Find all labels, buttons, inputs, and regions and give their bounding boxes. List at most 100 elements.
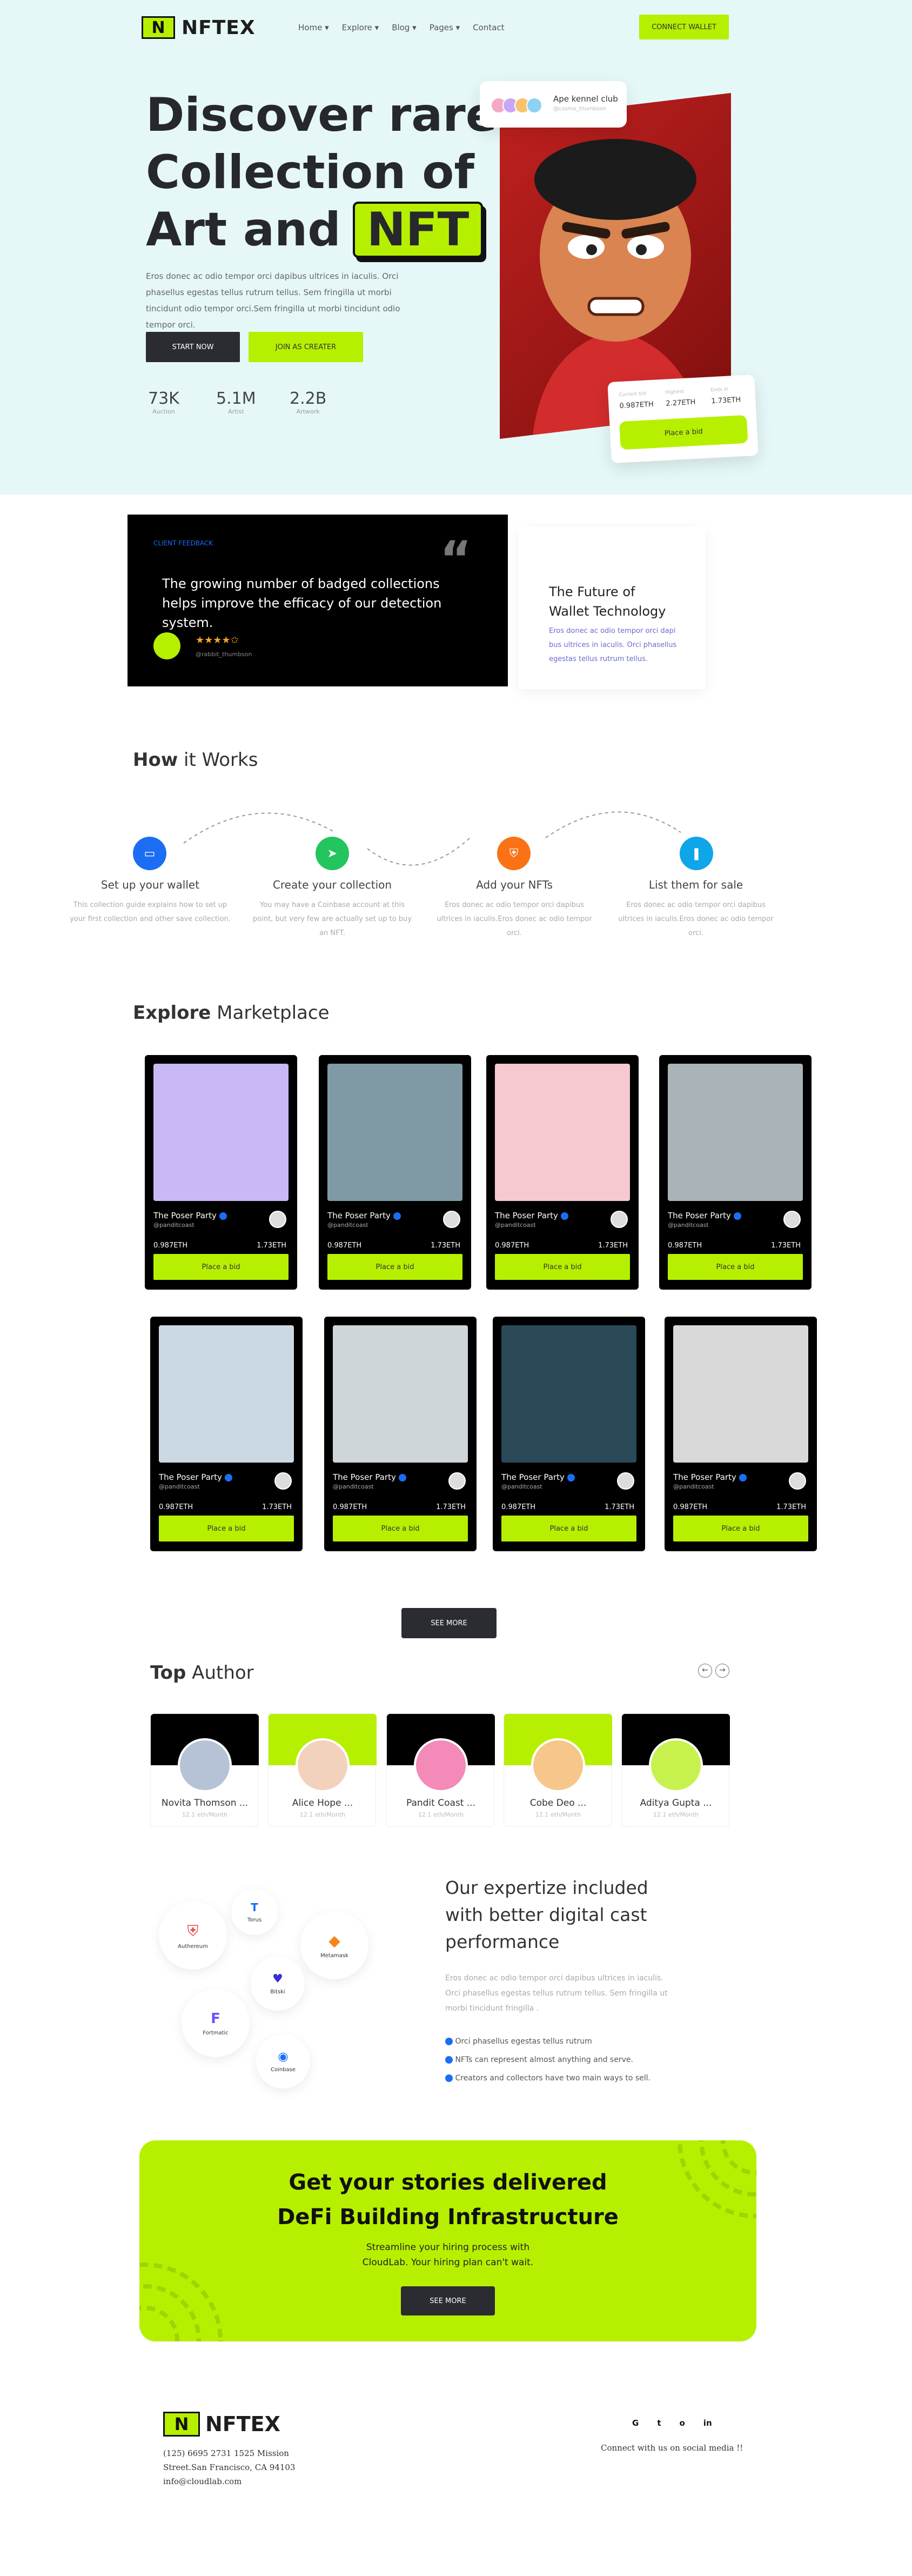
nft-card[interactable]: The Poser Party @panditcoast 0.987ETH 1.73… xyxy=(319,1055,471,1290)
author-card-5[interactable]: Aditya Gupta ... 12.1 eth/Month xyxy=(621,1713,730,1827)
nft-price: 0.987ETH xyxy=(327,1242,362,1250)
coinbase-icon: ◉ xyxy=(278,2050,289,2064)
creator-avatar[interactable] xyxy=(789,1472,806,1490)
nft-price: 0.987ETH xyxy=(673,1503,708,1511)
creator-avatar[interactable] xyxy=(269,1211,286,1228)
twitter-icon[interactable]: t xyxy=(657,2418,661,2428)
nft-image-punk-figure[interactable] xyxy=(673,1325,808,1463)
nav-contact[interactable]: Contact xyxy=(473,23,504,32)
connect-wallet-button[interactable]: CONNECT WALLET xyxy=(639,15,729,39)
creator-avatar[interactable] xyxy=(448,1472,466,1490)
author-card-2[interactable]: Alice Hope ... 12.1 eth/Month xyxy=(268,1713,377,1827)
nft-price: 0.987ETH xyxy=(159,1503,193,1511)
nft-price: 0.987ETH xyxy=(333,1503,367,1511)
arrow-right-icon[interactable]: → xyxy=(715,1664,729,1678)
authereum-bubble: ⛨ Authereum xyxy=(159,1901,227,1970)
nft-image-white-tower[interactable] xyxy=(159,1325,294,1463)
nft-card[interactable]: The Poser Party @panditcoast 0.987ETH 1.73… xyxy=(150,1317,303,1551)
nft-card[interactable]: The Poser Party @panditcoast 0.987ETH 1.73… xyxy=(486,1055,639,1290)
nft-price: 0.987ETH xyxy=(153,1242,188,1250)
cta-see-more-button[interactable]: SEE MORE xyxy=(401,2286,495,2315)
hero-place-bid-button[interactable]: Place a bid xyxy=(619,415,748,450)
nft-card[interactable]: The Poser Party @panditcoast 0.987ETH 1.73… xyxy=(659,1055,812,1290)
nft-highest-bid: 1.73ETH xyxy=(436,1503,466,1511)
nft-name: The Poser Party xyxy=(501,1472,575,1482)
start-now-button[interactable]: START NOW xyxy=(146,332,240,362)
author-card-1[interactable]: Novita Thomson ... 12.1 eth/Month xyxy=(150,1713,259,1827)
nft-card[interactable]: The Poser Party @panditcoast 0.987ETH 1.73… xyxy=(145,1055,297,1290)
creator-avatar[interactable] xyxy=(274,1472,292,1490)
nft-card[interactable]: The Poser Party @panditcoast 0.987ETH 1.73… xyxy=(665,1317,817,1551)
join-creator-button[interactable]: JOIN AS CREATER xyxy=(249,332,363,362)
nav-blog[interactable]: Blog ▾ xyxy=(392,23,416,32)
nav-pages[interactable]: Pages ▾ xyxy=(430,23,460,32)
linkedin-icon[interactable]: in xyxy=(703,2418,712,2428)
nft-image-purple-blob[interactable] xyxy=(153,1064,289,1201)
future-card: The Future of Wallet Technology Eros don… xyxy=(519,527,706,689)
stat-artist: 5.1M Artist xyxy=(216,389,256,415)
nft-image-robot-head[interactable] xyxy=(333,1325,468,1463)
hero-section: N NFTEX Home ▾ Explore ▾ Blog ▾ Pages ▾ … xyxy=(0,0,912,495)
bookmark-icon: ❚ xyxy=(680,837,713,870)
arrow-left-icon[interactable]: ← xyxy=(698,1664,712,1678)
hero-title-line-2: Collection of xyxy=(146,145,474,199)
rating-stars: ★★★★✩ xyxy=(196,635,239,646)
place-bid-button[interactable]: Place a bid xyxy=(495,1254,630,1280)
step-desc-3: Eros donec ac odio tempor orci dapibus u… xyxy=(437,901,592,937)
nav-explore[interactable]: Explore ▾ xyxy=(342,23,379,32)
place-bid-button[interactable]: Place a bid xyxy=(327,1254,462,1280)
creator-avatar[interactable] xyxy=(443,1211,460,1228)
place-bid-button[interactable]: Place a bid xyxy=(501,1516,636,1541)
check-icon xyxy=(445,2074,453,2082)
collector-avatars xyxy=(491,97,542,114)
instagram-icon[interactable]: o xyxy=(679,2418,685,2428)
google-icon[interactable]: G xyxy=(632,2418,639,2428)
nft-highest-bid: 1.73ETH xyxy=(257,1242,286,1250)
expertise-item-1: Orci phasellus egestas tellus rutrum xyxy=(445,2032,651,2051)
footer-email: info@cloudlab.com xyxy=(163,2477,242,2486)
nft-highest-bid: 1.73ETH xyxy=(771,1242,801,1250)
place-bid-button[interactable]: Place a bid xyxy=(159,1516,294,1541)
steps-connector xyxy=(183,811,681,866)
nft-name: The Poser Party xyxy=(333,1472,406,1482)
nft-price: 0.987ETH xyxy=(668,1242,702,1250)
logo-text: NFTEX xyxy=(182,16,256,39)
feedback-avatar xyxy=(153,632,180,659)
stat-artwork: 2.2B Artwork xyxy=(290,389,327,415)
footer-logo[interactable]: N NFTEX xyxy=(163,2412,280,2437)
place-bid-button[interactable]: Place a bid xyxy=(673,1516,808,1541)
expertise-text: Eros donec ac odio tempor orci dapibus u… xyxy=(445,1974,668,2013)
nft-image-robot[interactable] xyxy=(668,1064,803,1201)
nft-creator: @panditcoast xyxy=(159,1483,200,1490)
step-title-2: Create your collection xyxy=(272,878,392,891)
authors-title: Top Author xyxy=(150,1662,254,1684)
place-bid-button[interactable]: Place a bid xyxy=(668,1254,803,1280)
creator-avatar[interactable] xyxy=(783,1211,801,1228)
nft-card[interactable]: The Poser Party @panditcoast 0.987ETH 1.73… xyxy=(324,1317,477,1551)
how-title: How it Works xyxy=(133,749,258,771)
creator-avatar[interactable] xyxy=(611,1211,628,1228)
verified-icon xyxy=(219,1212,227,1220)
footer-contact: (125) 6695 2731 1525 Mission Street.San … xyxy=(163,2446,296,2488)
place-bid-button[interactable]: Place a bid xyxy=(333,1516,468,1541)
hero-description: Eros donec ac odio tempor orci dapibus u… xyxy=(146,271,400,330)
nav-home[interactable]: Home ▾ xyxy=(298,23,329,32)
place-bid-button[interactable]: Place a bid xyxy=(153,1254,289,1280)
step-desc-2: You may have a Coinbase account at this … xyxy=(253,901,412,937)
authereum-icon: ⛨ xyxy=(187,1921,199,1940)
see-more-button[interactable]: SEE MORE xyxy=(401,1608,497,1638)
creator-avatar[interactable] xyxy=(617,1472,634,1490)
nft-image-skull-art[interactable] xyxy=(501,1325,636,1463)
author-card-3[interactable]: Pandit Coast ... 12.1 eth/Month xyxy=(386,1713,495,1827)
metamask-bubble: ◆ Metamask xyxy=(300,1911,368,1979)
hero-title-line-1: Discover rare xyxy=(146,88,498,142)
nft-name: The Poser Party xyxy=(327,1211,401,1220)
author-card-4[interactable]: Cobe Deo ... 12.1 eth/Month xyxy=(504,1713,612,1827)
nft-image-crystal-orb[interactable] xyxy=(495,1064,630,1201)
step-title-1: Set up your wallet xyxy=(100,878,200,891)
nft-image-retro-console[interactable] xyxy=(327,1064,462,1201)
brand-logo[interactable]: N NFTEX xyxy=(142,16,256,39)
feedback-card: CLIENT FEEDBACK “ The growing number of … xyxy=(128,515,508,686)
nft-card[interactable]: The Poser Party @panditcoast 0.987ETH 1.73… xyxy=(493,1317,645,1551)
shield-icon: ⛨ xyxy=(497,837,531,870)
